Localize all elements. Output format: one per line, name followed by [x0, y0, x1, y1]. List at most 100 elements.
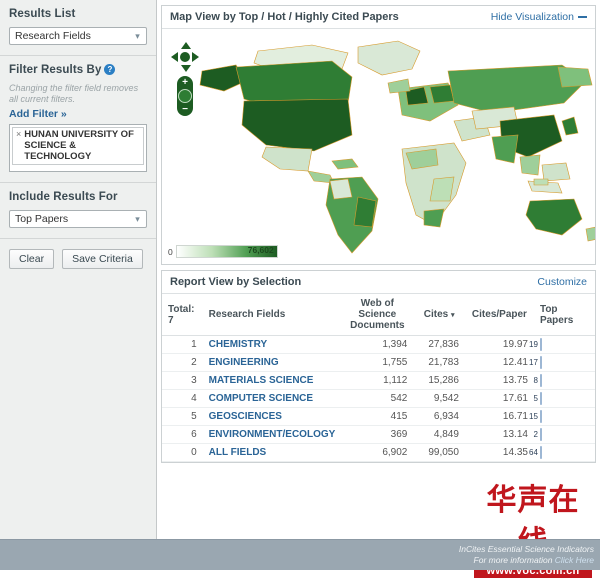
table-row[interactable]: 4COMPUTER SCIENCE5429,54217.615: [162, 390, 595, 408]
remove-filter-icon[interactable]: ×: [16, 129, 21, 140]
row-cites: 15,286: [413, 372, 465, 390]
filter-chip[interactable]: × HUNAN UNIVERSITY OF SCIENCE & TECHNOLO…: [12, 127, 144, 165]
footer-line-1: InCites Essential Science Indicators: [459, 544, 594, 555]
row-rank: 2: [162, 354, 203, 372]
right-content: Map View by Top / Hot / Highly Cited Pap…: [157, 0, 600, 540]
help-icon[interactable]: ?: [104, 64, 115, 75]
chevron-down-icon: ▾: [132, 214, 143, 225]
include-results-panel: Include Results For Top Papers ▾: [0, 183, 156, 239]
research-field-link[interactable]: ALL FIELDS: [209, 447, 267, 458]
row-rank: 3: [162, 372, 203, 390]
top-papers-bar: 8: [540, 374, 542, 387]
filter-results-label: Filter Results By: [9, 64, 101, 76]
table-row[interactable]: 3MATERIALS SCIENCE1,11215,28613.758: [162, 372, 595, 390]
pan-down-icon[interactable]: [181, 65, 191, 72]
research-field-link[interactable]: CHEMISTRY: [209, 339, 268, 350]
inCites-map-report-page: Results List Research Fields ▾ Filter Re…: [0, 0, 600, 570]
zoom-slider-handle[interactable]: [178, 89, 192, 103]
map-controls[interactable]: + −: [171, 42, 199, 116]
row-rank: 6: [162, 426, 203, 444]
save-criteria-button[interactable]: Save Criteria: [62, 249, 143, 269]
row-cites-per-paper: 14.35: [465, 444, 534, 462]
row-documents: 6,902: [341, 444, 413, 462]
top-papers-header: Top Papers: [534, 294, 595, 336]
cites-per-paper-header: Cites/Paper: [465, 294, 534, 336]
table-row[interactable]: 6ENVIRONMENT/ECOLOGY3694,84913.142: [162, 426, 595, 444]
report-title: Report View by Selection: [170, 276, 301, 288]
include-results-title: Include Results For: [9, 191, 147, 203]
wos-documents-header: Web of Science Documents: [341, 294, 413, 336]
row-cites: 99,050: [413, 444, 465, 462]
map-card-header: Map View by Top / Hot / Highly Cited Pap…: [162, 6, 595, 29]
sort-descending-icon: ▾: [451, 312, 455, 319]
row-cites: 27,836: [413, 336, 465, 354]
map-pan-control[interactable]: [171, 42, 199, 72]
total-header: Total: 7: [162, 294, 203, 336]
watermark: 华声在线 www.voc.com.cn: [474, 480, 592, 540]
row-cites: 6,934: [413, 408, 465, 426]
pan-up-icon[interactable]: [181, 42, 191, 49]
pan-left-icon[interactable]: [171, 52, 178, 62]
research-field-link[interactable]: MATERIALS SCIENCE: [209, 375, 314, 386]
filter-chip-label: HUNAN UNIVERSITY OF SCIENCE & TECHNOLOGY: [24, 129, 140, 162]
world-map-svg: [162, 29, 595, 264]
top-papers-bar: 17: [540, 356, 542, 369]
results-list-panel: Results List Research Fields ▾: [0, 0, 156, 56]
minus-icon: [578, 16, 587, 18]
row-cites: 21,783: [413, 354, 465, 372]
pan-right-icon[interactable]: [192, 52, 199, 62]
row-documents: 1,112: [341, 372, 413, 390]
research-field-link[interactable]: ENVIRONMENT/ECOLOGY: [209, 429, 336, 440]
map-zoom-control[interactable]: + −: [177, 76, 193, 116]
include-results-value: Top Papers: [15, 213, 68, 225]
row-documents: 1,755: [341, 354, 413, 372]
clear-button[interactable]: Clear: [9, 249, 54, 269]
zoom-out-icon[interactable]: −: [177, 105, 193, 114]
world-map[interactable]: + − 0 76,602: [162, 29, 595, 264]
table-row[interactable]: 2ENGINEERING1,75521,78312.4117: [162, 354, 595, 372]
add-filter-link[interactable]: Add Filter »: [9, 108, 147, 120]
table-header: Total: 7 Research Fields Web of Science …: [162, 294, 595, 336]
map-visualization-card: Map View by Top / Hot / Highly Cited Pap…: [161, 5, 596, 265]
top-papers-bar: 2: [540, 428, 542, 441]
footer-click-here-link[interactable]: Click Here: [555, 555, 594, 565]
filter-results-panel: Filter Results By? Changing the filter f…: [0, 56, 156, 183]
table-row[interactable]: 5 GEOSCIENCES 4156,93416.71 15: [162, 408, 595, 426]
research-field-link[interactable]: GEOSCIENCES: [209, 411, 282, 422]
footer-line-2: For more information Click Here: [459, 555, 594, 566]
table-row[interactable]: 1CHEMISTRY1,39427,83619.9719: [162, 336, 595, 354]
results-list-select[interactable]: Research Fields ▾: [9, 27, 147, 45]
pan-center-icon[interactable]: [180, 52, 190, 62]
filter-hint-text: Changing the filter field removes all cu…: [9, 83, 147, 105]
report-card: Report View by Selection Customize Total…: [161, 270, 596, 463]
include-results-select[interactable]: Top Papers ▾: [9, 210, 147, 228]
row-documents: 415: [341, 408, 413, 426]
active-filters-box[interactable]: × HUNAN UNIVERSITY OF SCIENCE & TECHNOLO…: [9, 124, 147, 172]
legend-min-label: 0: [168, 247, 173, 257]
page-footer: InCites Essential Science Indicators For…: [0, 539, 600, 570]
legend-gradient: 76,602: [176, 245, 278, 258]
customize-link[interactable]: Customize: [537, 276, 587, 288]
hide-visualization-link[interactable]: Hide Visualization: [491, 11, 587, 23]
research-field-link[interactable]: ENGINEERING: [209, 357, 279, 368]
row-cites-per-paper: 19.97: [465, 336, 534, 354]
results-list-value: Research Fields: [15, 30, 91, 42]
results-list-title: Results List: [9, 8, 147, 20]
report-card-header: Report View by Selection Customize: [162, 271, 595, 294]
filter-results-title: Filter Results By?: [9, 64, 147, 76]
row-cites-per-paper: 13.14: [465, 426, 534, 444]
row-cites-per-paper: 16.71: [465, 408, 534, 426]
row-cites: 9,542: [413, 390, 465, 408]
zoom-in-icon[interactable]: +: [177, 78, 193, 87]
row-rank: 5: [162, 408, 203, 426]
cites-header[interactable]: Cites ▾: [413, 294, 465, 336]
table-row[interactable]: 0ALL FIELDS6,90299,05014.3564: [162, 444, 595, 462]
research-field-link[interactable]: COMPUTER SCIENCE: [209, 393, 313, 404]
row-documents: 542: [341, 390, 413, 408]
map-legend: 0 76,602: [168, 245, 278, 258]
top-papers-bar: 15: [540, 410, 542, 423]
row-cites: 4,849: [413, 426, 465, 444]
top-papers-bar: 5: [540, 392, 542, 405]
sidebar-actions: Clear Save Criteria: [0, 239, 156, 279]
row-cites-per-paper: 17.61: [465, 390, 534, 408]
